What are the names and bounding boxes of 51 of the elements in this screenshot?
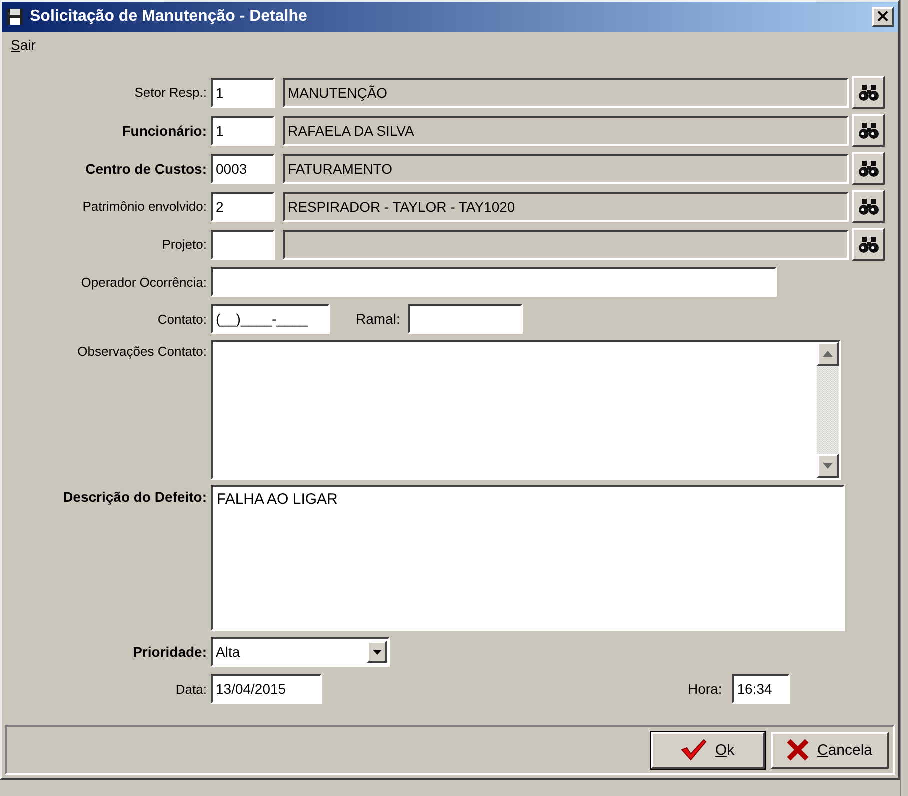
scrollbar[interactable]: [817, 342, 839, 478]
code-field[interactable]: 1: [211, 78, 275, 108]
binoculars-icon: [858, 122, 878, 138]
name-field[interactable]: RAFAELA DA SILVA: [283, 116, 849, 146]
field-label: Setor Resp.:: [134, 85, 208, 100]
field-label: Data:: [174, 682, 208, 696]
binoculars-icon: [858, 236, 878, 252]
binoculars-icon: [858, 84, 878, 100]
field-label: Observações Contato:: [76, 343, 208, 359]
binoculars-button[interactable]: [852, 152, 885, 185]
up-arrow-icon: [823, 351, 833, 357]
input-field[interactable]: [408, 304, 524, 334]
code-field[interactable]: [211, 230, 275, 260]
field-label: Centro de Custos:: [84, 160, 208, 176]
field-label: Funcionário:: [121, 122, 208, 138]
name-field[interactable]: MANUTENÇÃO: [283, 78, 849, 108]
down-arrow-icon: [823, 463, 833, 469]
code-field[interactable]: 2: [211, 192, 275, 222]
close-icon: [787, 739, 810, 761]
field-label: Descrição do Defeito:: [62, 488, 208, 505]
binoculars-icon: [858, 160, 878, 176]
time-field[interactable]: 16:34: [732, 674, 790, 704]
field-label: Prioridade:: [132, 644, 208, 660]
close-button[interactable]: ×: [872, 7, 894, 27]
priority-dropdown[interactable]: Alta: [211, 637, 390, 667]
caret-icon: [372, 650, 382, 654]
code-field[interactable]: 1: [211, 116, 275, 146]
field-label: Projeto:: [161, 237, 208, 252]
binoculars-button[interactable]: [852, 114, 885, 147]
binoculars-icon: [858, 198, 878, 214]
field-label: Operador Ocorrência:: [80, 274, 208, 290]
binoculars-button[interactable]: [852, 190, 885, 223]
code-field[interactable]: 0003: [211, 154, 275, 184]
phone-field[interactable]: (__)____-____: [211, 304, 330, 334]
date-field[interactable]: 13/04/2015: [211, 674, 322, 704]
field-label: Ramal:: [356, 311, 400, 327]
binoculars-button[interactable]: [852, 76, 885, 109]
name-field[interactable]: FATURAMENTO: [283, 154, 849, 184]
input-field[interactable]: [211, 267, 777, 297]
cancel-button[interactable]: Cancela: [771, 732, 889, 768]
field-label: Patrimônio envolvido:: [82, 199, 208, 214]
checkmark-icon: [681, 739, 708, 761]
field-label: Hora:: [688, 681, 722, 697]
binoculars-button[interactable]: [852, 228, 885, 261]
ok-button[interactable]: Ok: [651, 732, 765, 768]
text-area[interactable]: FALHA AO LIGAR: [211, 485, 845, 631]
window-title: Solicitação de Manutenção - Detalhe: [30, 8, 308, 26]
menu-item[interactable]: Sair: [11, 37, 36, 53]
name-field[interactable]: [283, 230, 849, 260]
field-label: Contato:: [156, 312, 208, 326]
name-field[interactable]: RESPIRADOR - TAYLOR - TAY1020: [283, 192, 849, 222]
